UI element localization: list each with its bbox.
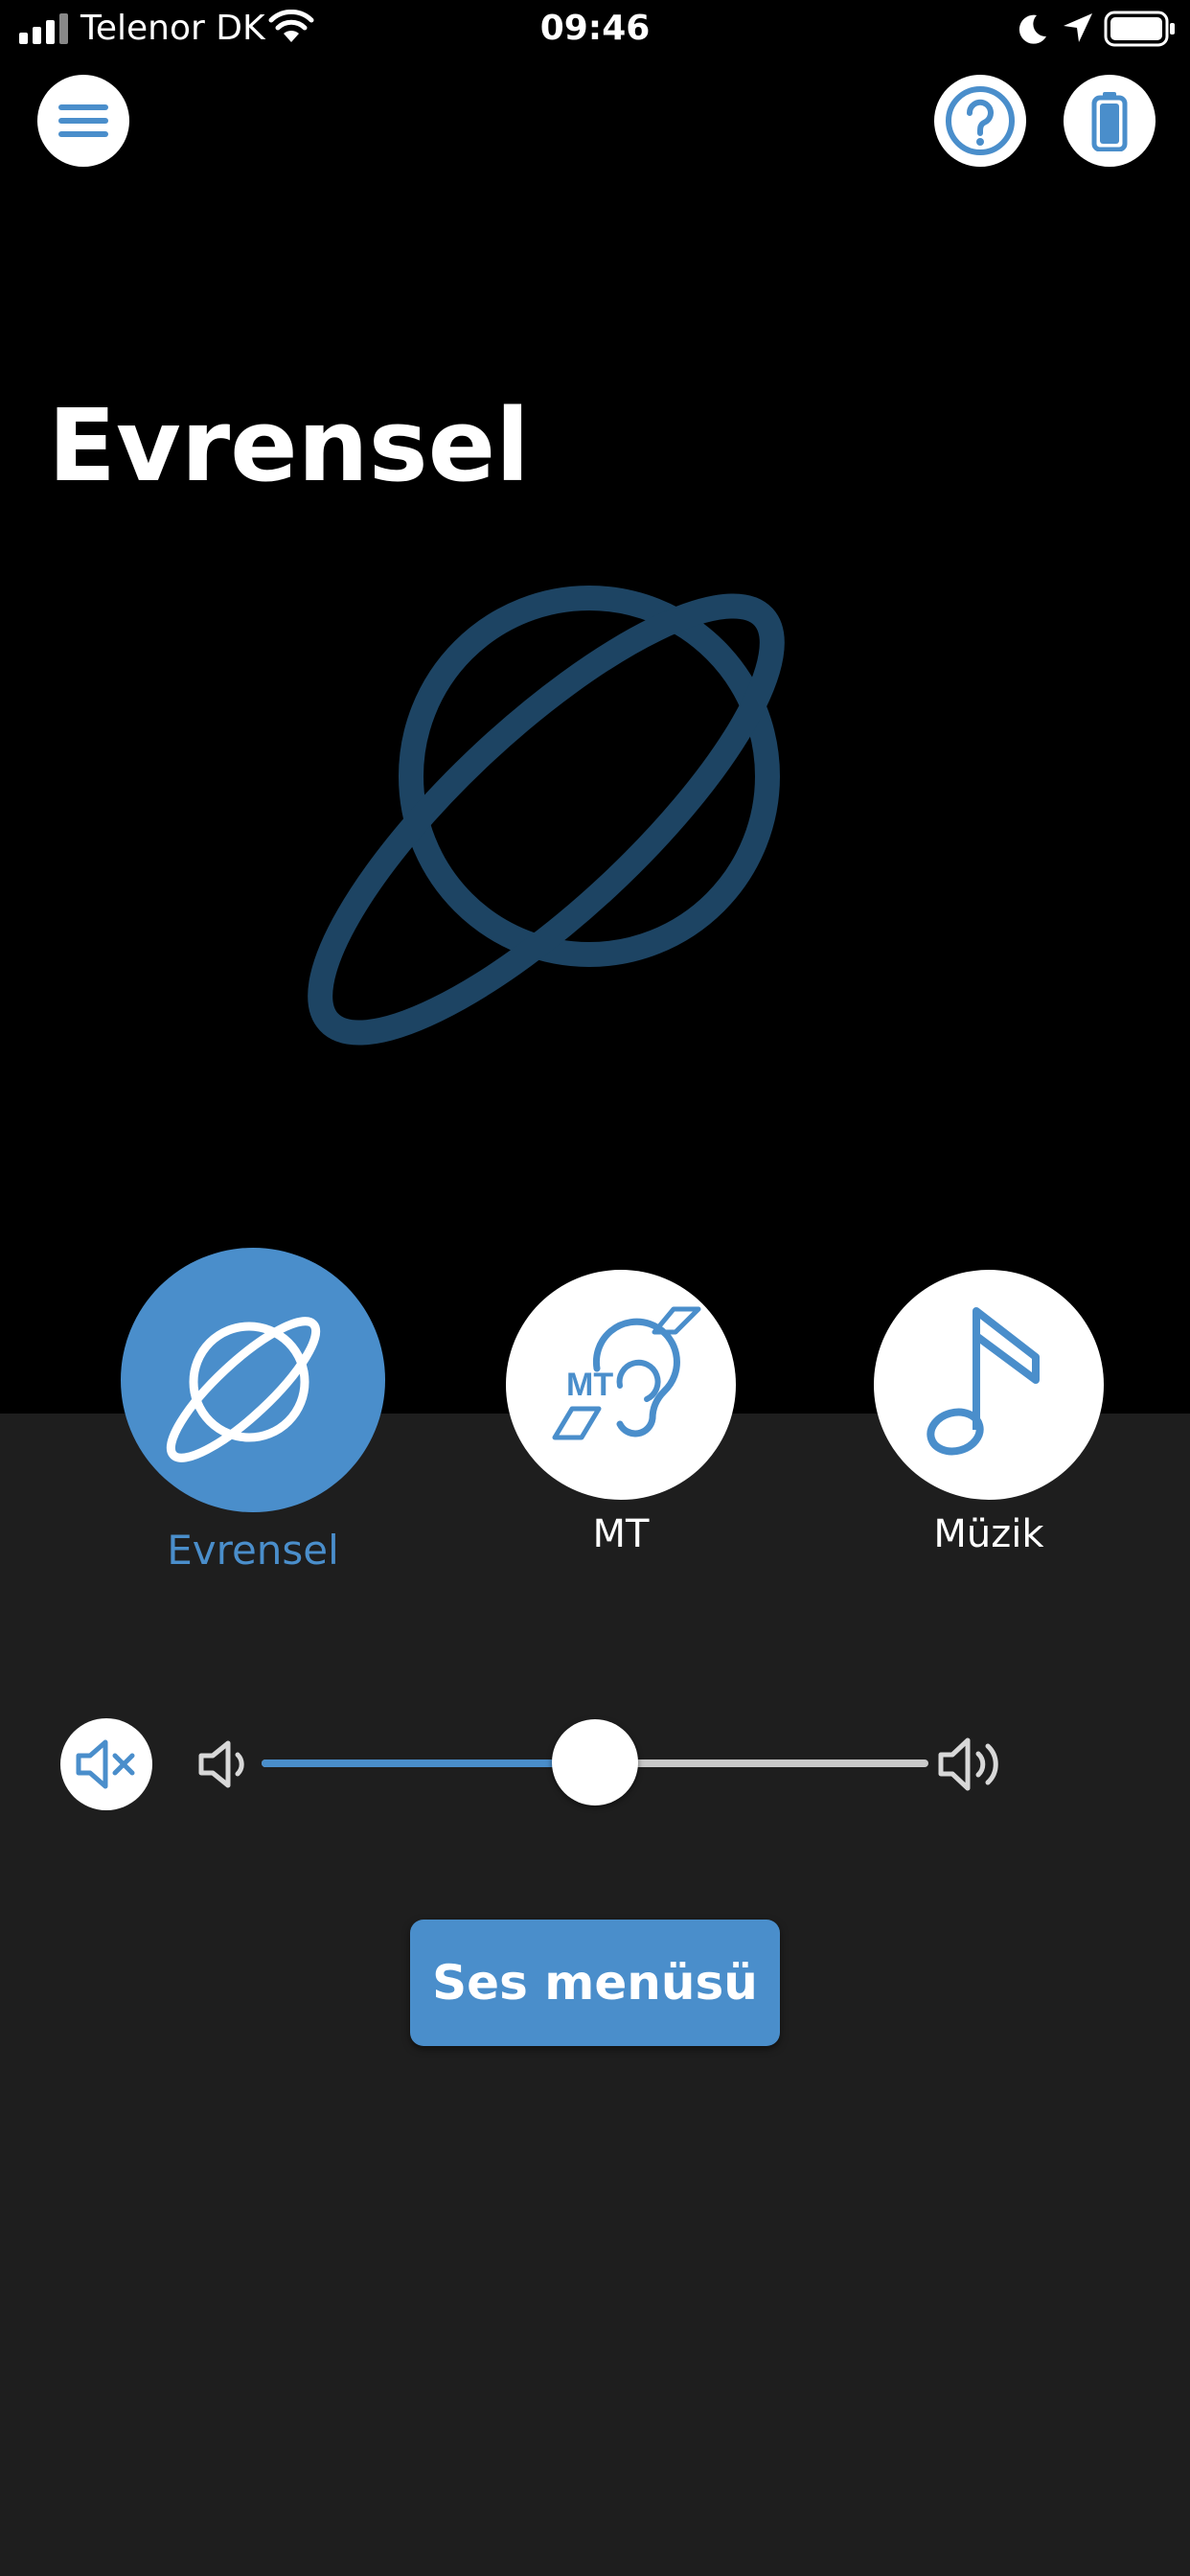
sound-menu-button[interactable]: Ses menüsü <box>410 1920 780 2046</box>
hamburger-menu-icon <box>58 104 108 137</box>
program-universal-button[interactable] <box>121 1248 385 1512</box>
program-mt-label: MT <box>592 1512 650 1556</box>
hearing-loop-mt-icon: MT <box>552 1306 701 1440</box>
volume-slider[interactable] <box>262 1719 928 1806</box>
status-bar: Telenor DK 09:46 <box>0 0 1190 58</box>
program-music-button[interactable] <box>874 1270 1104 1500</box>
battery-button[interactable] <box>1064 75 1156 167</box>
speaker-mute-icon <box>76 1739 135 1789</box>
program-universal-label: Evrensel <box>167 1527 339 1574</box>
speaker-high-icon <box>938 1737 998 1791</box>
planet-icon <box>166 1317 321 1462</box>
help-button[interactable] <box>934 75 1026 167</box>
mute-button[interactable] <box>60 1718 152 1810</box>
location-arrow-icon <box>1064 13 1092 42</box>
do-not-disturb-moon-icon <box>1018 14 1046 44</box>
program-music-label: Müzik <box>933 1512 1044 1556</box>
music-note-icon <box>927 1307 1040 1456</box>
program-mt-button[interactable]: MT <box>506 1270 736 1500</box>
battery-icon <box>1091 92 1128 151</box>
menu-button[interactable] <box>37 75 129 167</box>
volume-slider-thumb[interactable] <box>552 1719 638 1806</box>
svg-text:MT: MT <box>566 1367 613 1403</box>
speaker-low-icon <box>198 1740 244 1788</box>
battery-status-icon <box>1104 11 1175 47</box>
planet-icon <box>308 586 785 1046</box>
help-question-icon <box>946 86 1015 155</box>
clock: 09:46 <box>539 9 651 48</box>
volume-slider-fill <box>262 1760 595 1767</box>
